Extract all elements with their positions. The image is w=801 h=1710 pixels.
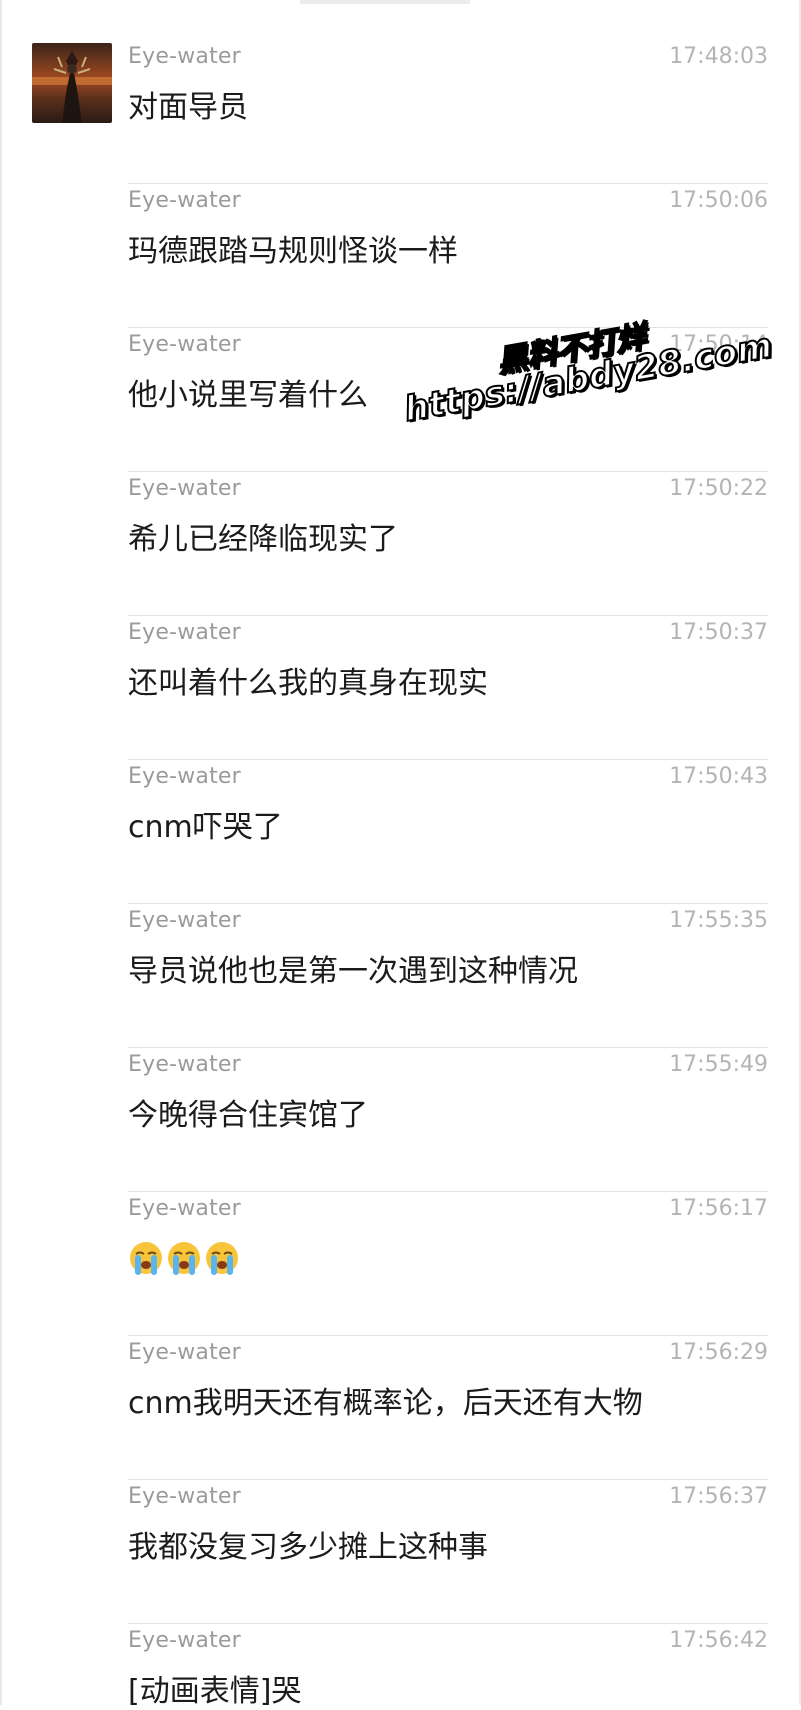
sender-name: Eye-water [128,620,241,645]
message-row[interactable]: Eye-water 17:56:29 cnm我明天还有概率论，后天还有大物 [128,1336,768,1480]
message-text: 我都没复习多少摊上这种事 [128,1530,488,1565]
avatar-image [32,43,112,123]
message-row[interactable]: Eye-water 17:50:22 希儿已经降临现实了 [128,472,768,616]
message-text: 导员说他也是第一次遇到这种情况 [128,954,578,989]
message-time: 17:56:17 [669,1196,768,1221]
sender-name: Eye-water [128,1484,241,1509]
message-row[interactable]: Eye-water 17:56:42 [动画表情]哭 [128,1624,768,1709]
message-time: 17:56:37 [669,1484,768,1509]
message-row[interactable]: Eye-water 17:56:37 我都没复习多少摊上这种事 [128,1480,768,1624]
message-row[interactable]: Eye-water 17:56:17 [128,1192,768,1336]
message-time: 17:50:06 [669,188,768,213]
message-row[interactable]: Eye-water 17:50:43 cnm吓哭了 [128,760,768,904]
left-edge [0,0,2,1705]
sender-name: Eye-water [128,1340,241,1365]
sender-name: Eye-water [128,908,241,933]
message-row[interactable]: Eye-water 17:55:49 今晚得合住宾馆了 [128,1048,768,1192]
chat-history-view: Eye-water 17:48:03 对面导员 Eye-water 17:50:… [0,0,801,1709]
message-text: [动画表情]哭 [128,1674,302,1709]
message-time: 17:50:22 [669,476,768,501]
sender-name: Eye-water [128,332,241,357]
message-text: 还叫着什么我的真身在现实 [128,666,488,701]
message-text: 今晚得合住宾馆了 [128,1098,368,1133]
sender-name: Eye-water [128,44,241,69]
loudly-crying-face-icon [206,1242,238,1275]
sender-name: Eye-water [128,1196,241,1221]
message-row[interactable]: Eye-water 17:55:35 导员说他也是第一次遇到这种情况 [128,904,768,1048]
sender-name: Eye-water [128,764,241,789]
message-time: 17:50:43 [669,764,768,789]
loudly-crying-face-icon [130,1242,162,1275]
sender-name: Eye-water [128,476,241,501]
message-time: 17:56:42 [669,1628,768,1653]
message-text: 玛德跟踏马规则怪谈一样 [128,234,458,269]
message-time: 17:55:49 [669,1052,768,1077]
message-row[interactable]: Eye-water 17:50:06 玛德跟踏马规则怪谈一样 [128,184,768,328]
sender-name: Eye-water [128,188,241,213]
message-time: 17:55:35 [669,908,768,933]
message-row[interactable]: Eye-water 17:48:03 对面导员 [128,40,768,184]
message-row[interactable]: Eye-water 17:50:14 他小说里写着什么 [128,328,768,472]
message-text: 他小说里写着什么 [128,378,368,413]
sender-name: Eye-water [128,1628,241,1653]
message-text: cnm我明天还有概率论，后天还有大物 [128,1386,643,1421]
message-text: 对面导员 [128,90,248,125]
loudly-crying-face-icon [168,1242,200,1275]
sender-name: Eye-water [128,1052,241,1077]
message-text: cnm吓哭了 [128,810,283,845]
message-time: 17:56:29 [669,1340,768,1365]
top-divider [300,0,470,4]
message-time: 17:50:37 [669,620,768,645]
message-time: 17:50:14 [669,332,768,357]
message-time: 17:48:03 [669,44,768,69]
avatar[interactable] [32,43,112,123]
message-text: 希儿已经降临现实了 [128,522,398,557]
emoji-row [128,1240,240,1276]
message-row[interactable]: Eye-water 17:50:37 还叫着什么我的真身在现实 [128,616,768,760]
